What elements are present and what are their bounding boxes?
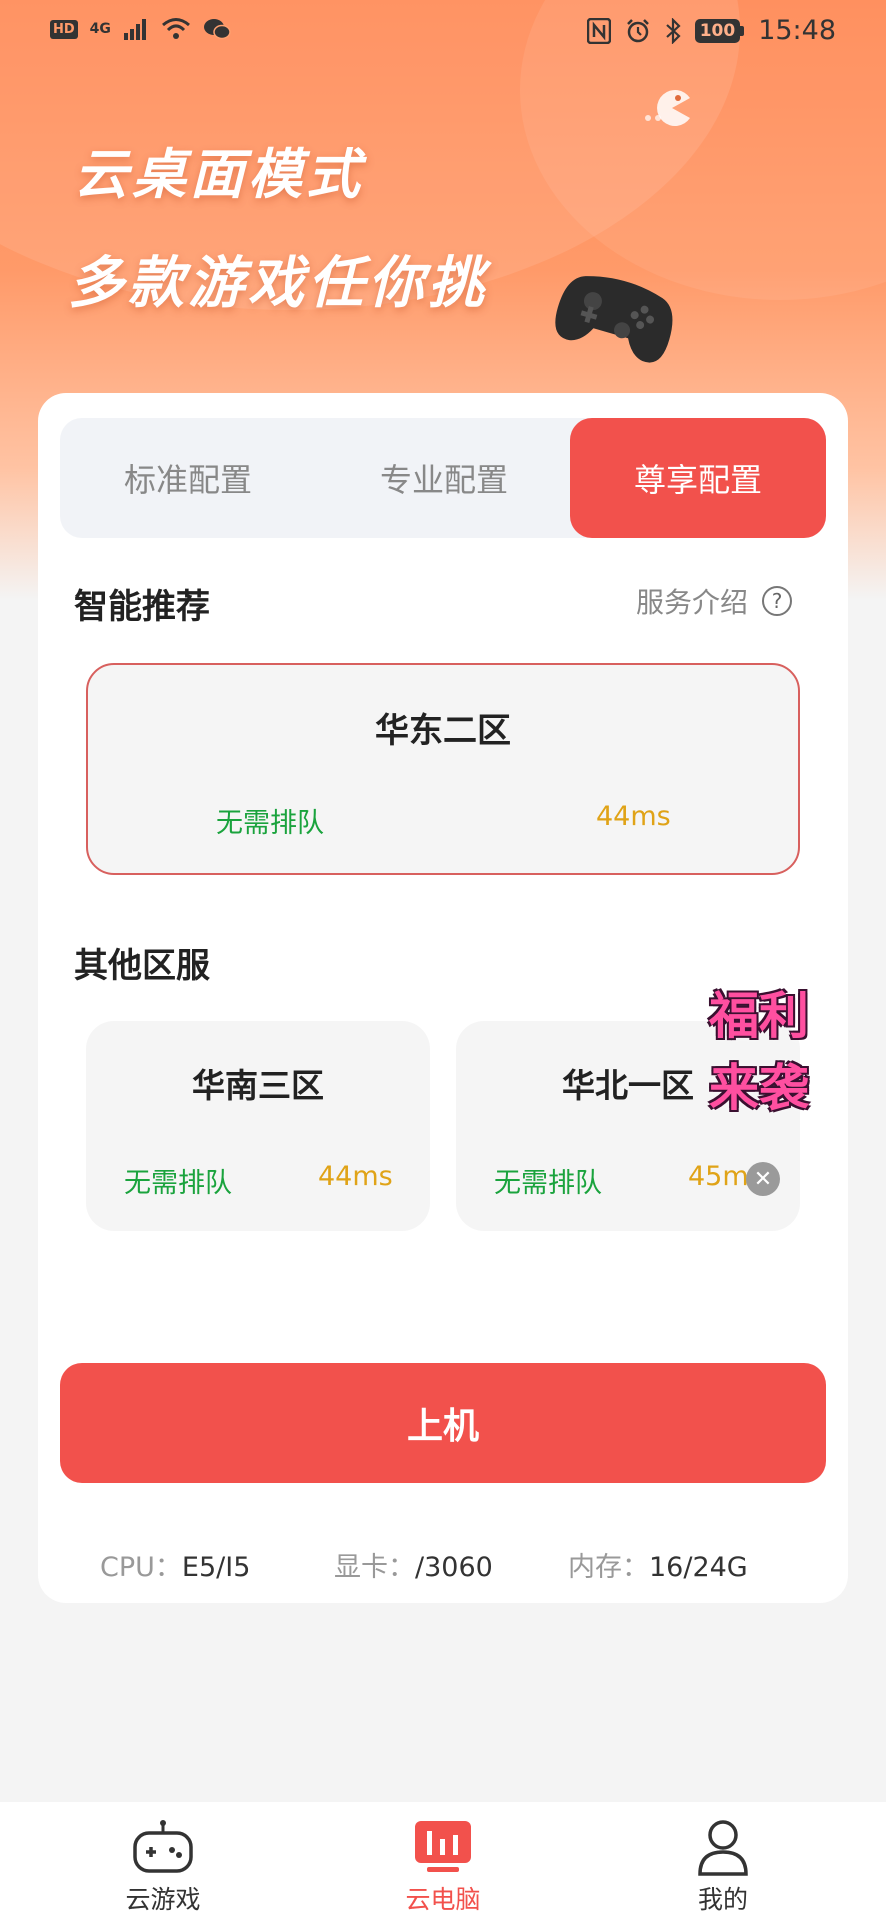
user-icon [698, 1820, 748, 1876]
hero-subtitle: 多款游戏任你挑 [68, 251, 488, 316]
signal-icon [123, 19, 146, 40]
pacman-icon [645, 90, 690, 126]
hd-icon: HD [50, 19, 78, 39]
spec-label: 内存： [568, 1552, 649, 1583]
network-type: 4G [89, 21, 111, 37]
queue-status: 无需排队 [494, 1168, 602, 1199]
config-tabs: 标准配置 专业配置 尊享配置 [60, 418, 826, 538]
nav-cloud-game[interactable]: 云游戏 [63, 1816, 263, 1916]
ping-latency: 44ms [318, 1161, 393, 1192]
gamepad-icon [133, 1820, 193, 1873]
nfc-icon [586, 17, 611, 44]
help-icon: ? [762, 586, 792, 616]
tab-pro-config[interactable]: 专业配置 [316, 418, 572, 538]
other-servers-title: 其他区服 [74, 946, 210, 986]
ping-latency: 44ms [596, 801, 671, 832]
spec-value: /3060 [415, 1552, 493, 1583]
launch-button[interactable]: 上机 [60, 1363, 826, 1483]
promo-line1: 福利 [709, 987, 809, 1045]
server-card-south3[interactable]: 华南三区 无需排队 44ms [86, 1021, 430, 1231]
battery-level: 100 [694, 18, 741, 43]
server-name: 华南三区 [192, 1066, 324, 1105]
promo-line2: 来袭 [709, 1059, 809, 1117]
wechat-icon [203, 19, 231, 40]
close-icon[interactable]: ✕ [746, 1162, 780, 1196]
spec-ram: 内存：16/24G [568, 1545, 748, 1584]
spec-label: 显卡： [334, 1552, 415, 1583]
spec-value: 16/24G [649, 1552, 748, 1583]
clock: 15:48 [758, 15, 836, 46]
bottom-nav: 云游戏 云电脑 我的 [0, 1802, 886, 1920]
spec-label: CPU： [100, 1552, 182, 1583]
tab-premium-config[interactable]: 尊享配置 [570, 418, 826, 538]
wifi-icon [161, 18, 190, 39]
bluetooth-icon [665, 17, 681, 44]
nav-mine[interactable]: 我的 [623, 1816, 823, 1916]
bar-chart-icon [415, 1821, 471, 1872]
service-intro-link[interactable]: 服务介绍 ? [636, 581, 792, 621]
nav-label: 云电脑 [405, 1885, 481, 1914]
spec-gpu: 显卡：/3060 [334, 1545, 493, 1584]
alarm-icon [626, 18, 649, 42]
nav-cloud-pc[interactable]: 云电脑 [343, 1816, 543, 1916]
nav-label: 云游戏 [125, 1885, 201, 1914]
recommend-title: 智能推荐 [74, 587, 210, 627]
battery-icon: 100 [694, 18, 745, 43]
recommended-server-card[interactable]: 华东二区 无需排队 44ms [86, 663, 800, 875]
service-intro-label: 服务介绍 [635, 586, 748, 619]
tab-standard-config[interactable]: 标准配置 [60, 418, 316, 538]
spec-value: E5/I5 [181, 1552, 251, 1583]
status-bar: HD 4G 100 15:48 [0, 0, 886, 66]
queue-status: 无需排队 [124, 1168, 232, 1199]
spec-cpu: CPU：E5/I5 [100, 1545, 250, 1584]
server-name: 华东二区 [375, 711, 511, 751]
promo-sticker[interactable]: 福利 来袭 [680, 972, 838, 1126]
nav-label: 我的 [697, 1885, 748, 1914]
queue-status: 无需排队 [216, 808, 324, 839]
hero-title: 云桌面模式 [74, 143, 364, 206]
